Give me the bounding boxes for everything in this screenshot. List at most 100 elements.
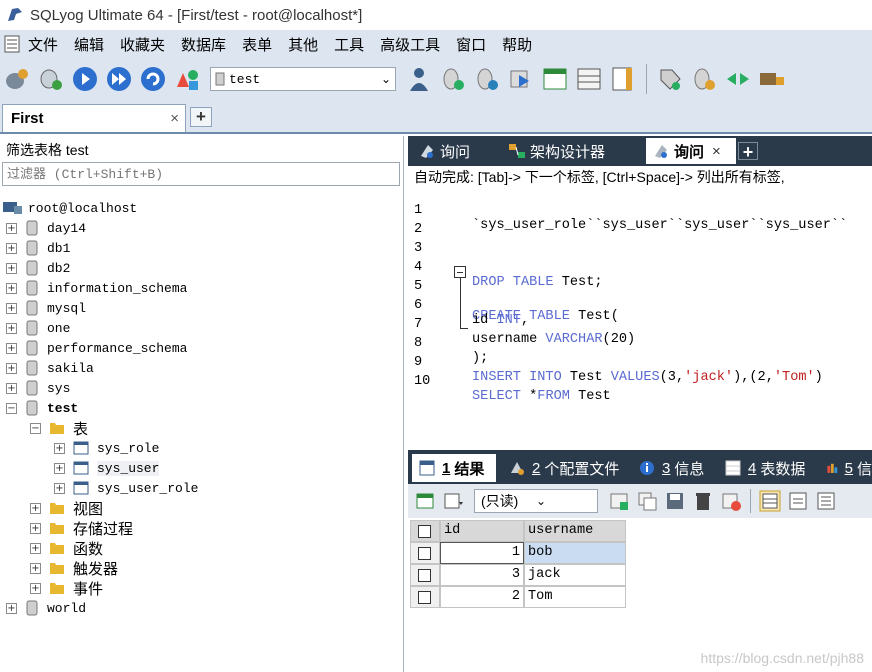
- tree-db-performance-schema[interactable]: + performance_schema: [6, 338, 187, 358]
- grid-header-select[interactable]: [410, 520, 440, 542]
- tree-db-db1[interactable]: + db1: [6, 238, 70, 258]
- menu-table[interactable]: 表单: [242, 34, 272, 55]
- tree-folder-tables[interactable]: − 表: [30, 418, 88, 438]
- cell-id[interactable]: 2: [440, 586, 524, 608]
- expand-icon[interactable]: +: [30, 522, 41, 534]
- fold-collapse-icon[interactable]: [454, 266, 466, 278]
- cell-id[interactable]: 1: [440, 542, 524, 564]
- expand-icon[interactable]: +: [6, 262, 17, 274]
- row-selector[interactable]: [410, 542, 440, 564]
- menu-favorites[interactable]: 收藏夹: [120, 34, 165, 55]
- shapes-button[interactable]: [172, 64, 202, 94]
- collapse-icon[interactable]: −: [6, 402, 17, 414]
- new-connection-button[interactable]: [2, 64, 32, 94]
- expand-icon[interactable]: +: [6, 322, 17, 334]
- expand-icon[interactable]: +: [30, 502, 41, 514]
- tab-profile[interactable]: 2 个配置文件: [502, 454, 626, 482]
- tag-button[interactable]: [655, 64, 685, 94]
- expand-icon[interactable]: +: [6, 362, 17, 374]
- tab-messages[interactable]: 3 信息: [632, 454, 712, 482]
- cell-username[interactable]: jack: [524, 564, 626, 586]
- tree-table-sys-user[interactable]: + sys_user: [54, 458, 160, 478]
- execute-query-button[interactable]: [70, 64, 100, 94]
- tab-query-2[interactable]: 询问 ×: [646, 138, 736, 164]
- execute-all-button[interactable]: [104, 64, 134, 94]
- menu-edit[interactable]: 编辑: [74, 34, 104, 55]
- expand-icon[interactable]: +: [6, 382, 17, 394]
- tree-db-one[interactable]: + one: [6, 318, 70, 338]
- db-sync-button[interactable]: [689, 64, 719, 94]
- save-icon[interactable]: [664, 490, 686, 512]
- grid-options-icon[interactable]: [442, 490, 464, 512]
- expand-icon[interactable]: +: [6, 282, 17, 294]
- connect-button[interactable]: [36, 64, 66, 94]
- tree-db-test[interactable]: − test: [6, 398, 78, 418]
- document-menu-icon[interactable]: [2, 34, 24, 54]
- table-filter-input[interactable]: [2, 162, 400, 186]
- tree-folder-events[interactable]: + 事件: [30, 578, 103, 598]
- tree-root-connection[interactable]: root@localhost: [2, 198, 137, 218]
- tab-info-5[interactable]: 5 信: [820, 454, 872, 482]
- cell-username[interactable]: bob: [524, 542, 626, 564]
- tree-table-sys-role[interactable]: + sys_role: [54, 438, 159, 458]
- text-view-icon[interactable]: [815, 490, 837, 512]
- grid-view-icon[interactable]: [759, 490, 781, 512]
- grid-export-button[interactable]: [540, 64, 570, 94]
- add-row-icon[interactable]: [608, 490, 630, 512]
- tree-db-db2[interactable]: + db2: [6, 258, 70, 278]
- expand-icon[interactable]: +: [6, 222, 17, 234]
- export-grid-icon[interactable]: [414, 490, 436, 512]
- checkbox[interactable]: [418, 547, 431, 560]
- row-selector[interactable]: [410, 586, 440, 608]
- checkbox[interactable]: [418, 591, 431, 604]
- connection-tab-first[interactable]: First ×: [2, 104, 186, 132]
- tree-folder-procedures[interactable]: + 存储过程: [30, 518, 133, 538]
- restore-button[interactable]: [472, 64, 502, 94]
- expand-icon[interactable]: +: [30, 582, 41, 594]
- tree-db-sakila[interactable]: + sakila: [6, 358, 94, 378]
- tab-table-data[interactable]: 4 表数据: [718, 454, 814, 482]
- duplicate-row-icon[interactable]: [636, 490, 658, 512]
- compare-button[interactable]: [723, 64, 753, 94]
- tab-schema-designer[interactable]: 架构设计器: [502, 138, 640, 164]
- readonly-mode-select[interactable]: (只读) ⌄: [474, 489, 598, 513]
- add-query-tab-button[interactable]: +: [738, 142, 758, 161]
- checkbox[interactable]: [418, 525, 431, 538]
- notes-button[interactable]: [608, 64, 638, 94]
- tree-folder-views[interactable]: + 视图: [30, 498, 103, 518]
- tree-db-day14[interactable]: + day14: [6, 218, 86, 238]
- import-button[interactable]: [506, 64, 536, 94]
- delete-icon[interactable]: [692, 490, 714, 512]
- expand-icon[interactable]: +: [54, 462, 65, 474]
- menu-file[interactable]: 文件: [28, 34, 58, 55]
- truck-button[interactable]: [757, 64, 787, 94]
- tree-folder-triggers[interactable]: + 触发器: [30, 558, 118, 578]
- tree-table-sys-user-role[interactable]: + sys_user_role: [54, 478, 198, 498]
- expand-icon[interactable]: +: [6, 342, 17, 354]
- menu-advanced-tools[interactable]: 高级工具: [380, 34, 440, 55]
- form-view-icon[interactable]: [787, 490, 809, 512]
- expand-icon[interactable]: +: [6, 302, 17, 314]
- expand-icon[interactable]: +: [54, 482, 65, 494]
- close-icon[interactable]: ×: [712, 143, 721, 160]
- cell-id[interactable]: 3: [440, 564, 524, 586]
- expand-icon[interactable]: +: [30, 562, 41, 574]
- cancel-changes-icon[interactable]: [720, 490, 742, 512]
- tree-db-mysql[interactable]: + mysql: [6, 298, 86, 318]
- close-icon[interactable]: ×: [170, 110, 179, 127]
- tree-db-sys[interactable]: + sys: [6, 378, 70, 398]
- tab-query-1[interactable]: 询问: [412, 138, 500, 164]
- menu-window[interactable]: 窗口: [456, 34, 486, 55]
- expand-icon[interactable]: +: [54, 442, 65, 454]
- checkbox[interactable]: [418, 569, 431, 582]
- cell-username[interactable]: Tom: [524, 586, 626, 608]
- backup-button[interactable]: [438, 64, 468, 94]
- tab-result[interactable]: 1 结果: [412, 454, 496, 482]
- tree-db-world[interactable]: + world: [6, 598, 86, 618]
- add-connection-tab-button[interactable]: +: [190, 107, 212, 127]
- sql-editor[interactable]: 1 `sys_user_role``sys_user``sys_user``sy…: [408, 188, 872, 450]
- grid-header-username[interactable]: username: [524, 520, 626, 542]
- grid-header-id[interactable]: id: [440, 520, 524, 542]
- menu-database[interactable]: 数据库: [181, 34, 226, 55]
- expand-icon[interactable]: +: [6, 602, 17, 614]
